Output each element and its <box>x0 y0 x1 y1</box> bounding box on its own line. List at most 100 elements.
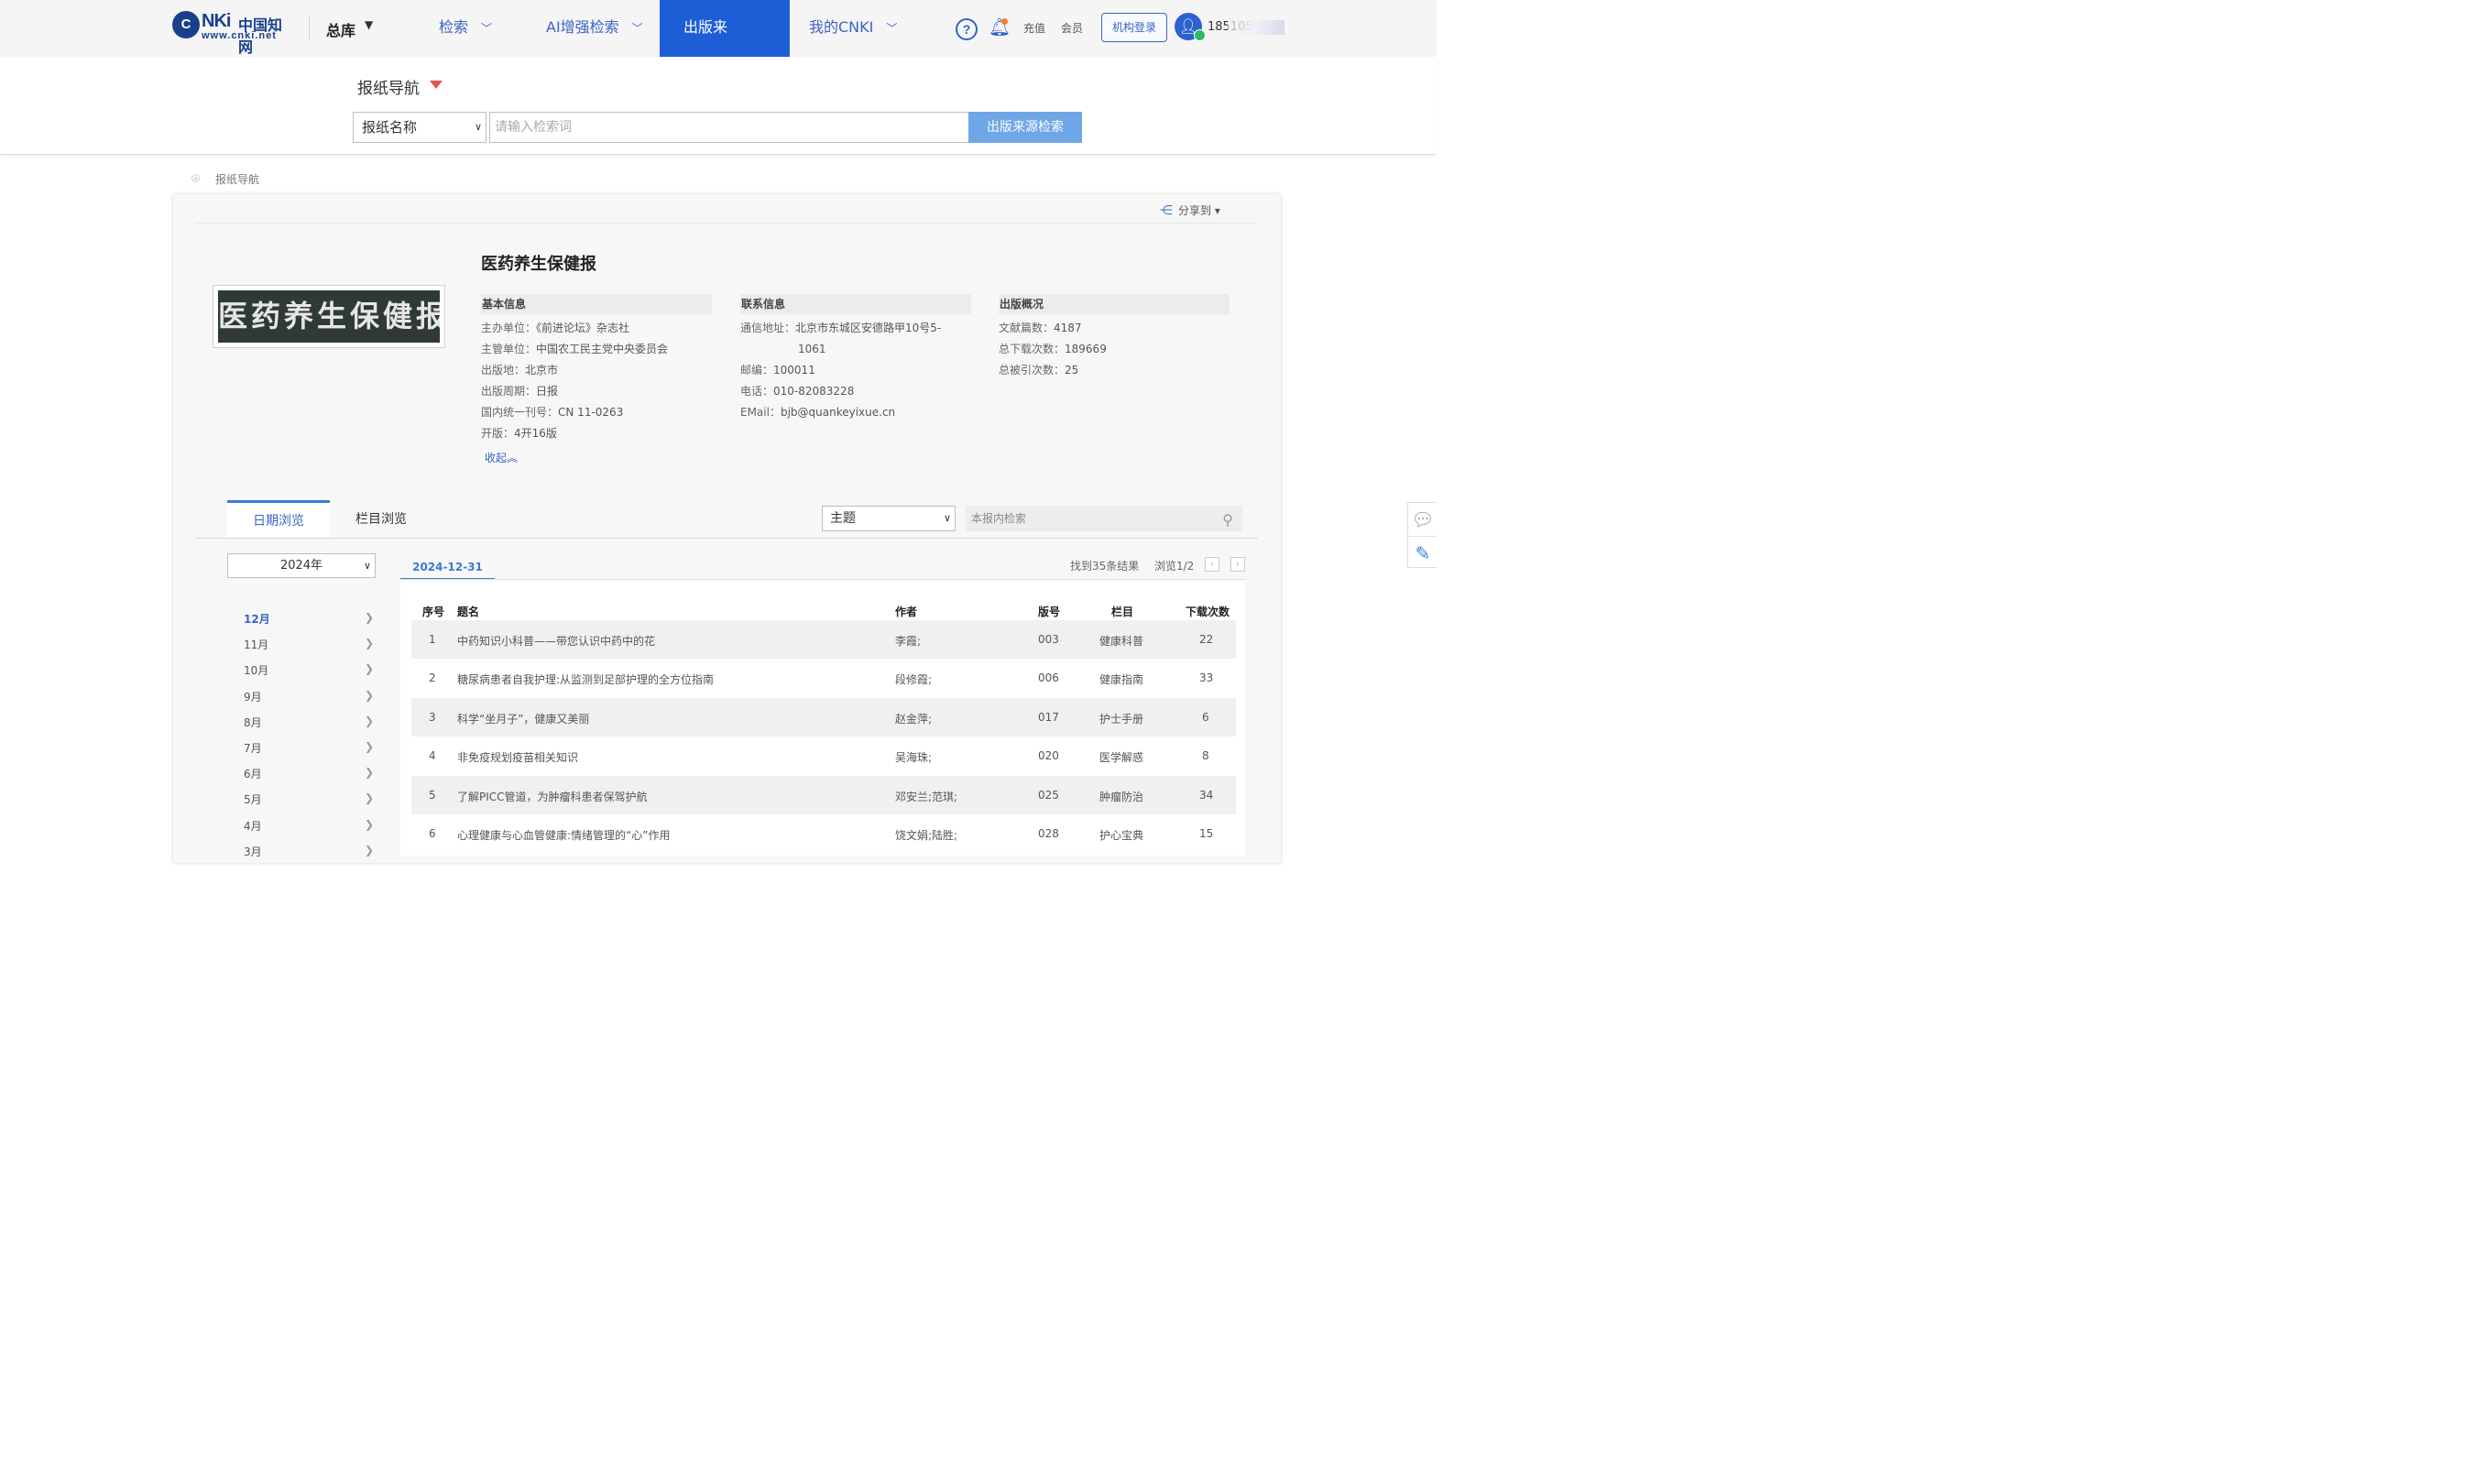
search-input[interactable]: 请输入检索词 <box>489 112 969 143</box>
info-value: bjb@quankeyixue.cn <box>780 406 896 419</box>
info-value: 北京市 <box>525 364 559 376</box>
month-item[interactable]: 6月 ❯ <box>244 766 376 781</box>
article-title-link[interactable]: 中药知识小科普——带您认识中药中的花 <box>457 633 655 649</box>
feedback-chat-icon[interactable]: 💬︎ <box>1408 503 1437 536</box>
library-selector[interactable]: 总库 <box>326 18 355 40</box>
info-row: 文献篇数：4187 <box>999 318 1230 339</box>
author-link[interactable]: 饶文娟;陆胜; <box>895 827 957 843</box>
column-name: 医学解惑 <box>1099 751 1144 764</box>
recharge-link[interactable]: 充值 <box>1023 20 1045 36</box>
notification-dot <box>1001 18 1008 25</box>
row-number: 4 <box>429 749 436 762</box>
tab-date-browse[interactable]: 日期浏览 <box>227 500 330 539</box>
chevron-down-icon: ∨ <box>363 560 371 572</box>
search-icon[interactable]: ⚲ <box>1222 507 1233 533</box>
month-item[interactable]: 3月 ❯ <box>244 844 376 859</box>
basic-info-heading: 基本信息 <box>481 294 712 314</box>
username-mask <box>1228 20 1284 35</box>
chevron-down-icon: ∨ <box>474 121 482 133</box>
info-row: 国内统一刊号：CN 11-0263 <box>481 402 712 423</box>
logo-brand: NKi <box>202 11 231 31</box>
nav-search[interactable]: 检索 ﹀ <box>439 0 492 57</box>
author-link[interactable]: 邓安兰;范琪; <box>895 789 957 804</box>
section-title[interactable]: 报纸导航 <box>357 75 420 98</box>
edition-number: 017 <box>1038 711 1059 724</box>
chevron-down-icon: ﹀ <box>481 22 493 35</box>
edit-pencil-icon[interactable]: ✎ <box>1408 536 1437 570</box>
topic-select[interactable]: 主题 ∨ <box>822 506 956 531</box>
column-header: 版号 <box>1038 606 1061 618</box>
month-item[interactable]: 8月 ❯ <box>244 715 376 730</box>
collapse-link[interactable]: 收起︽ <box>485 450 518 465</box>
info-value: 1061 <box>798 343 826 355</box>
nav-search-label: 检索 <box>439 18 469 36</box>
share-icon: ⋲ <box>1160 203 1173 218</box>
column-header: 作者 <box>895 606 918 618</box>
author-link[interactable]: 段修霞; <box>895 671 932 687</box>
article-title-link[interactable]: 了解PICC管道，为肿瘤科患者保驾护航 <box>457 789 648 804</box>
article-title-link[interactable]: 科学“坐月子”，健康又美丽 <box>457 711 589 726</box>
month-item[interactable]: 12月 ❯ <box>244 611 376 627</box>
chevron-right-icon: ❯ <box>364 611 374 624</box>
page-info: 浏览1/2 <box>1154 560 1195 573</box>
newspaper-title: 医药养生保健报 <box>481 255 596 274</box>
column-header: 题名 <box>457 606 480 618</box>
chevron-right-icon: ❯ <box>364 662 374 675</box>
share-button[interactable]: ⋲ 分享到 ▾ <box>1160 202 1220 218</box>
chevron-down-icon: ﹀ <box>886 22 898 35</box>
tab-divider <box>195 538 1258 539</box>
overview-heading: 出版概况 <box>999 294 1230 314</box>
info-key: 主办单位： <box>481 322 537 334</box>
cnki-logo[interactable]: C NKi 中国知网 www.cnki.net <box>172 11 291 56</box>
tab-column-browse[interactable]: 栏目浏览 <box>339 509 423 528</box>
author-link[interactable]: 赵金萍; <box>895 711 932 726</box>
cover-calligraphy: 医药养生保健报 <box>218 290 440 343</box>
month-item[interactable]: 9月 ❯ <box>244 689 376 704</box>
breadcrumb[interactable]: 报纸导航 <box>215 171 259 187</box>
info-key: 开版： <box>481 427 515 440</box>
caret-down-icon: ▾ <box>1214 204 1220 217</box>
month-item[interactable]: 10月 ❯ <box>244 662 376 678</box>
month-item[interactable]: 7月 ❯ <box>244 740 376 756</box>
month-item[interactable]: 5月 ❯ <box>244 791 376 807</box>
inner-search-input[interactable]: 本报内检索 ⚲ <box>966 506 1242 531</box>
table-row: 2 糖尿病患者自我护理:从监测到足部护理的全方位指南 段修霞; 006 健康指南… <box>411 659 1236 697</box>
prev-page-button[interactable]: ‹ <box>1205 557 1219 572</box>
source-search-button[interactable]: 出版来源检索 <box>968 112 1082 143</box>
triangle-down-icon[interactable] <box>430 81 443 89</box>
download-count: 33 <box>1199 671 1214 684</box>
info-row: 1061 <box>740 339 971 360</box>
info-key: 出版地： <box>481 364 526 376</box>
edition-number: 025 <box>1038 789 1059 802</box>
caret-down-icon[interactable]: ▼ <box>365 18 373 31</box>
year-select[interactable]: 2024年 ∨ <box>227 553 376 578</box>
article-title-link[interactable]: 心理健康与心血管健康:情绪管理的“心”作用 <box>457 827 670 843</box>
nav-my-cnki-label: 我的CNKI <box>809 18 874 36</box>
month-label: 10月 <box>244 664 269 677</box>
nav-publication-source[interactable]: 出版来源﹀ <box>660 0 790 91</box>
author-link[interactable]: 李霞; <box>895 633 921 649</box>
nav-my-cnki[interactable]: 我的CNKI ﹀ <box>809 0 897 57</box>
nav-ai-search[interactable]: AI增强检索 ﹀ <box>546 0 643 57</box>
date-tab[interactable]: 2024-12-31 <box>400 554 495 580</box>
article-title-link[interactable]: 非免疫规划疫苗相关知识 <box>457 749 578 765</box>
month-label: 4月 <box>244 820 262 833</box>
info-key: 总被引次数： <box>999 364 1066 376</box>
member-link[interactable]: 会员 <box>1061 20 1083 36</box>
search-field-select[interactable]: 报纸名称 ∨ <box>353 112 486 143</box>
location-pin-icon: ⌾ <box>191 170 201 187</box>
next-page-button[interactable]: › <box>1230 557 1245 572</box>
contact-info-section: 联系信息 通信地址：北京市东城区安德路甲10号5- 1061 邮编：100011… <box>740 294 971 423</box>
article-title-link[interactable]: 糖尿病患者自我护理:从监测到足部护理的全方位指南 <box>457 671 714 687</box>
month-item[interactable]: 4月 ❯ <box>244 818 376 834</box>
info-row: 主办单位：《前进论坛》杂志社 <box>481 318 712 339</box>
month-item[interactable]: 11月 ❯ <box>244 637 376 652</box>
download-count: 15 <box>1199 827 1214 840</box>
chevron-right-icon: ❯ <box>364 715 374 727</box>
column-name: 护士手册 <box>1099 713 1144 726</box>
nav-divider <box>309 16 310 40</box>
org-login-button[interactable]: 机构登录 <box>1101 13 1167 42</box>
table-row: 4 非免疫规划疫苗相关知识 吴海珠; 020 医学解惑 8 <box>411 737 1236 775</box>
help-icon[interactable]: ? <box>956 18 978 40</box>
author-link[interactable]: 吴海珠; <box>895 749 932 765</box>
